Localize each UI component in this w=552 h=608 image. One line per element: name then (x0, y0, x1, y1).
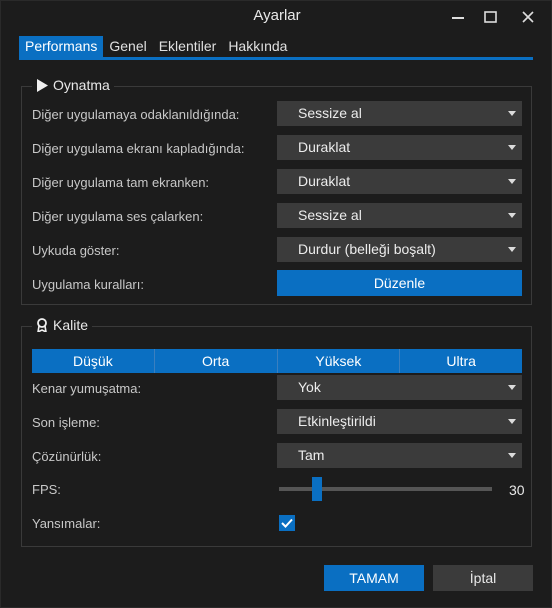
focus-select-value: Sessize al (298, 105, 362, 121)
fps-value: 30 (509, 482, 525, 498)
rules-label: Uygulama kuralları: (32, 277, 144, 292)
preset-medium-button[interactable]: Orta (154, 349, 278, 373)
chevron-down-icon (508, 385, 516, 390)
playback-group-title: Oynatma (32, 77, 114, 93)
preset-low-button[interactable]: Düşük (32, 349, 155, 373)
sleep-select-value: Durdur (belleği boşalt) (298, 241, 436, 257)
play-icon (37, 78, 48, 92)
chevron-down-icon (508, 179, 516, 184)
resolution-select-value: Tam (298, 447, 325, 463)
covered-select-value: Duraklat (298, 139, 351, 155)
tab-bar: Performans Genel Eklentiler Hakkında (19, 36, 293, 57)
antialias-select-value: Yok (298, 379, 321, 395)
chevron-down-icon (508, 145, 516, 150)
chevron-down-icon (508, 111, 516, 116)
postprocess-select-value: Etkinleştirildi (298, 413, 376, 429)
tab-extensions[interactable]: Eklentiler (153, 36, 223, 57)
fps-slider-thumb[interactable] (312, 477, 322, 501)
antialias-label: Kenar yumuşatma: (32, 381, 142, 396)
playback-group: Oynatma Diğer uygulamaya odaklanıldığınd… (21, 77, 532, 305)
maximize-icon (483, 10, 497, 23)
chevron-down-icon (508, 247, 516, 252)
tab-performance[interactable]: Performans (19, 36, 104, 57)
ok-button[interactable]: TAMAM (324, 565, 424, 591)
tab-about[interactable]: Hakkında (222, 36, 293, 57)
fullscreen-select[interactable]: Duraklat (277, 169, 522, 194)
antialias-select[interactable]: Yok (277, 375, 522, 400)
focus-label: Diğer uygulamaya odaklanıldığında: (32, 107, 240, 122)
quality-group-title: Kalite (32, 317, 93, 333)
maximize-button[interactable] (473, 1, 507, 32)
chevron-down-icon (508, 213, 516, 218)
minimize-button[interactable] (441, 1, 475, 32)
preset-high-button[interactable]: Yüksek (277, 349, 401, 373)
quality-preset-bar: Düşük Orta Yüksek Ultra (32, 349, 522, 373)
resolution-select[interactable]: Tam (277, 443, 522, 468)
preset-ultra-button[interactable]: Ultra (400, 349, 522, 373)
postprocess-label: Son işleme: (32, 415, 100, 430)
close-button[interactable] (511, 1, 545, 32)
sleep-label: Uykuda göster: (32, 243, 120, 258)
close-icon (522, 10, 534, 23)
playback-title: Oynatma (53, 77, 110, 93)
checkmark-icon (281, 518, 293, 528)
fps-label: FPS: (32, 482, 61, 497)
audio-select-value: Sessize al (298, 207, 362, 223)
fullscreen-select-value: Duraklat (298, 173, 351, 189)
settings-window: Ayarlar Performans Genel Eklentiler Hakk… (0, 0, 552, 608)
fullscreen-label: Diğer uygulama tam ekranken: (32, 175, 210, 190)
tab-general[interactable]: Genel (103, 36, 152, 57)
quality-title: Kalite (53, 317, 89, 333)
postprocess-select[interactable]: Etkinleştirildi (277, 409, 522, 434)
reflections-label: Yansımalar: (32, 516, 101, 531)
covered-label: Diğer uygulama ekranı kapladığında: (32, 141, 245, 156)
fps-slider-track[interactable] (279, 487, 492, 491)
sleep-select[interactable]: Durdur (belleği boşalt) (277, 237, 522, 262)
covered-select[interactable]: Duraklat (277, 135, 522, 160)
title-bar: Ayarlar (1, 1, 552, 32)
audio-select[interactable]: Sessize al (277, 203, 522, 228)
award-icon (37, 318, 47, 332)
chevron-down-icon (508, 453, 516, 458)
focus-select[interactable]: Sessize al (277, 101, 522, 126)
cancel-button[interactable]: İptal (433, 565, 533, 591)
reflections-checkbox[interactable] (279, 515, 295, 531)
chevron-down-icon (508, 419, 516, 424)
quality-group: Kalite Düşük Orta Yüksek Ultra Kenar yum… (21, 317, 532, 547)
resolution-label: Çözünürlük: (32, 449, 102, 464)
audio-label: Diğer uygulama ses çalarken: (32, 209, 204, 224)
minimize-icon (452, 16, 464, 19)
tab-underline (19, 57, 533, 60)
edit-rules-button[interactable]: Düzenle (277, 270, 522, 296)
